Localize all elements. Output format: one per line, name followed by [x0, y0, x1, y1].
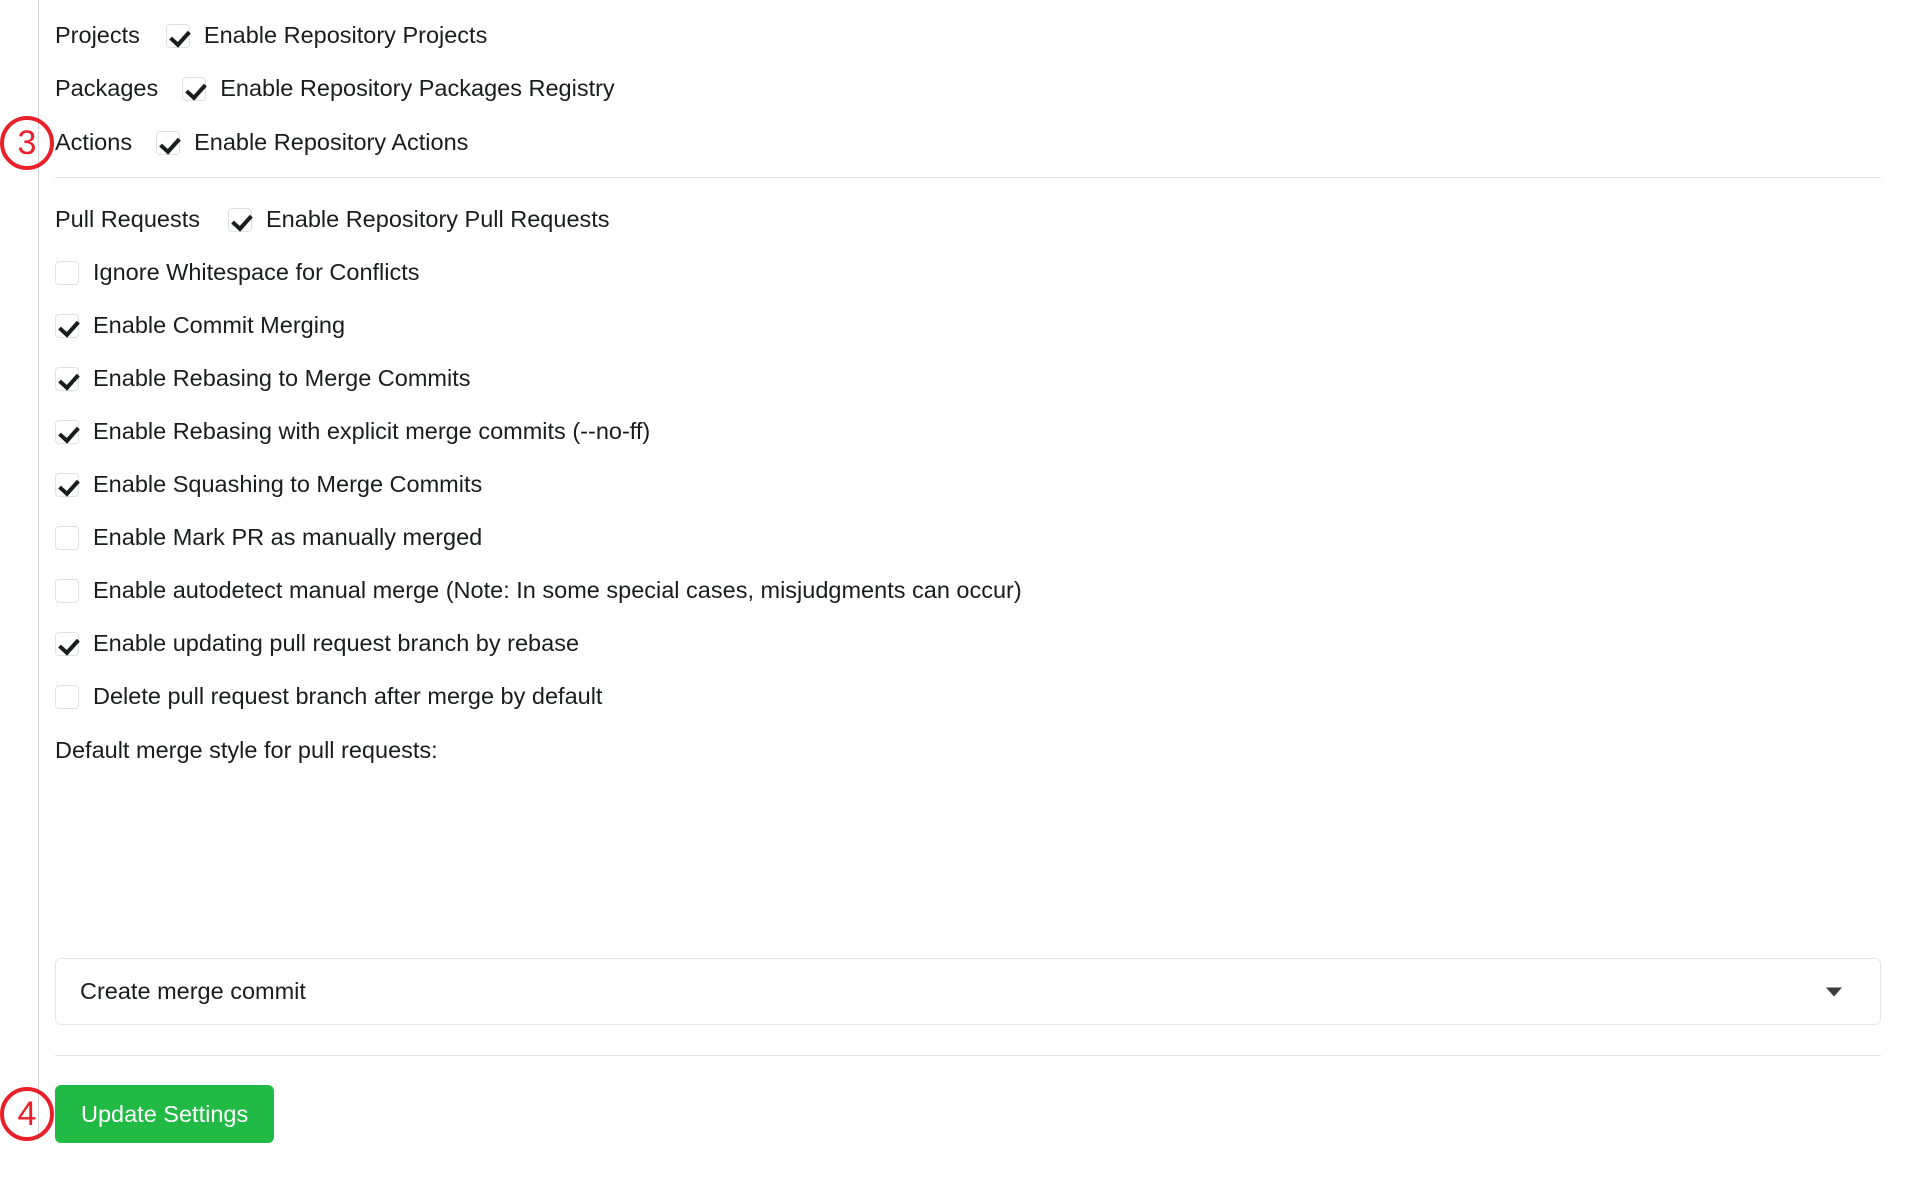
checkbox-label: Enable Commit Merging: [93, 312, 346, 338]
setting-row-packages: Packages Enable Repository Packages Regi…: [55, 62, 615, 115]
checkbox-box: [55, 419, 79, 444]
section-divider-actions: [55, 177, 1881, 178]
default-merge-style-select[interactable]: Create merge commit: [55, 958, 1881, 1025]
checkbox-box: [55, 578, 79, 603]
default-merge-style-label: Default merge style for pull requests:: [55, 737, 438, 763]
enable-repository-projects-checkbox[interactable]: Enable Repository Projects: [165, 22, 488, 49]
checkbox-enable-rebasing-with-explicit-merge-commits[interactable]: Enable Rebasing with explicit merge comm…: [55, 405, 650, 458]
checkbox-box: [165, 23, 190, 48]
checkbox-enable-rebasing-to-merge-commits[interactable]: Enable Rebasing to Merge Commits: [55, 352, 470, 405]
checkbox-box: [55, 260, 79, 285]
settings-panel-left-border: [38, 0, 39, 1140]
annotation-marker-3: 3: [0, 116, 54, 170]
checkbox-box: [156, 130, 181, 155]
checkbox-label: Enable Squashing to Merge Commits: [93, 471, 483, 497]
section-divider-submit: [55, 1055, 1881, 1056]
checkbox-box: [55, 472, 79, 497]
checkbox-label: Ignore Whitespace for Conflicts: [93, 259, 420, 285]
checkbox-box: [182, 76, 207, 101]
checkbox-ignore-whitespace-for-conflicts[interactable]: Ignore Whitespace for Conflicts: [55, 246, 420, 299]
checkbox-box: [55, 684, 79, 709]
checkbox-label: Enable autodetect manual merge (Note: In…: [93, 577, 1022, 603]
checkbox-box: [228, 207, 252, 232]
annotation-marker-4: 4: [0, 1087, 54, 1141]
enable-repository-packages-label: Enable Repository Packages Registry: [220, 75, 615, 101]
pull-requests-label: Pull Requests: [55, 206, 200, 232]
update-settings-button[interactable]: Update Settings: [55, 1085, 275, 1143]
setting-row-pull-requests: Pull Requests Enable Repository Pull Req…: [55, 193, 610, 246]
checkbox-delete-pull-request-branch-after-merge[interactable]: Delete pull request branch after merge b…: [55, 670, 602, 723]
checkbox-label: Delete pull request branch after merge b…: [93, 683, 603, 709]
enable-repository-projects-label: Enable Repository Projects: [203, 22, 488, 48]
checkbox-enable-squashing-to-merge-commits[interactable]: Enable Squashing to Merge Commits: [55, 458, 482, 511]
checkbox-enable-commit-merging[interactable]: Enable Commit Merging: [55, 299, 345, 352]
projects-label: Projects: [55, 22, 140, 48]
checkbox-box: [55, 525, 79, 550]
setting-row-projects: Projects Enable Repository Projects: [55, 9, 487, 62]
enable-repository-pull-requests-label: Enable Repository Pull Requests: [266, 206, 610, 232]
checkbox-enable-autodetect-manual-merge[interactable]: Enable autodetect manual merge (Note: In…: [55, 564, 1022, 617]
default-merge-style-selected-value: Create merge commit: [80, 978, 306, 1004]
checkbox-enable-updating-pull-request-branch-by-rebase[interactable]: Enable updating pull request branch by r…: [55, 617, 579, 670]
checkbox-label: Enable Rebasing with explicit merge comm…: [93, 418, 651, 444]
chevron-down-icon: [1826, 987, 1842, 996]
checkbox-enable-mark-pr-as-manually-merged[interactable]: Enable Mark PR as manually merged: [55, 511, 482, 564]
enable-repository-actions-label: Enable Repository Actions: [194, 129, 469, 155]
setting-row-actions: Actions Enable Repository Actions: [55, 116, 468, 169]
checkbox-box: [55, 366, 79, 391]
checkbox-box: [55, 631, 79, 656]
checkbox-label: Enable Rebasing to Merge Commits: [93, 365, 471, 391]
checkbox-label: Enable updating pull request branch by r…: [93, 630, 580, 656]
enable-repository-actions-checkbox[interactable]: Enable Repository Actions: [156, 129, 468, 156]
enable-repository-pull-requests-checkbox[interactable]: Enable Repository Pull Requests: [228, 206, 610, 233]
actions-label: Actions: [55, 129, 133, 155]
checkbox-box: [55, 313, 79, 338]
packages-label: Packages: [55, 75, 159, 101]
checkbox-label: Enable Mark PR as manually merged: [93, 524, 483, 550]
repository-settings-content: Projects Enable Repository Projects Pack…: [55, 0, 1881, 1183]
enable-repository-packages-checkbox[interactable]: Enable Repository Packages Registry: [182, 75, 615, 102]
